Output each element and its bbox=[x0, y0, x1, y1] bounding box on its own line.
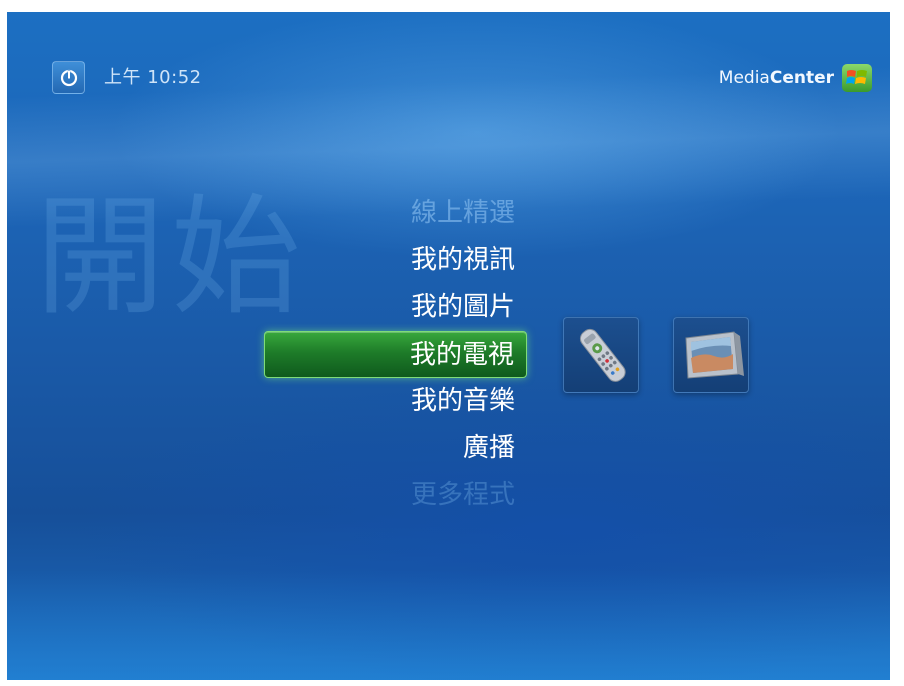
media-center-start-screen: 上午 10:52 MediaCenter 開始 線上精選 我的視訊 我的圖片 我… bbox=[7, 12, 890, 680]
main-menu: 線上精選 我的視訊 我的圖片 我的電視 我的音樂 廣播 更多程式 bbox=[262, 190, 527, 519]
brand-text: MediaCenter bbox=[719, 68, 834, 88]
menu-item-more-programs[interactable]: 更多程式 bbox=[262, 472, 527, 519]
remote-control-icon bbox=[579, 328, 626, 382]
menu-item-my-music[interactable]: 我的音樂 bbox=[262, 378, 527, 425]
tile-tv-monitor[interactable] bbox=[673, 317, 749, 393]
media-center-brand: MediaCenter bbox=[719, 63, 872, 93]
clock-time: 上午 10:52 bbox=[104, 67, 202, 88]
menu-item-my-tv[interactable]: 我的電視 bbox=[264, 331, 527, 378]
background-bottom-glow bbox=[7, 570, 890, 680]
submenu-tiles bbox=[563, 317, 783, 393]
menu-item-online-spotlight[interactable]: 線上精選 bbox=[262, 190, 527, 237]
brand-text-media: Media bbox=[718, 68, 770, 88]
menu-item-my-pictures[interactable]: 我的圖片 bbox=[262, 284, 527, 331]
tile-remote-control[interactable] bbox=[563, 317, 639, 393]
menu-item-radio[interactable]: 廣播 bbox=[262, 425, 527, 472]
brand-text-center: Center bbox=[769, 68, 834, 88]
menu-item-my-videos[interactable]: 我的視訊 bbox=[262, 237, 527, 284]
power-button[interactable] bbox=[52, 61, 85, 94]
tv-monitor-icon bbox=[685, 331, 744, 379]
windows-logo-icon[interactable] bbox=[842, 64, 872, 92]
power-icon bbox=[60, 69, 78, 87]
